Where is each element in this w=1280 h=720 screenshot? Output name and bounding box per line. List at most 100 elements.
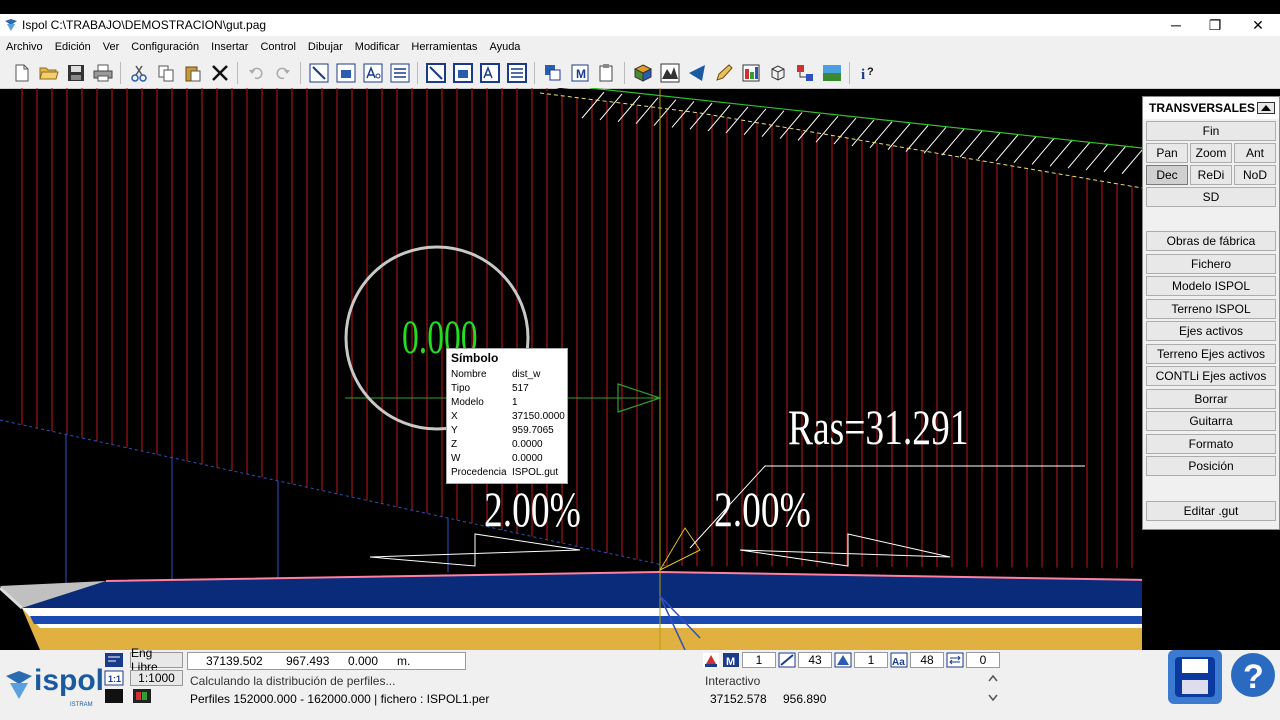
paint-bucket-icon[interactable]	[702, 652, 720, 668]
color-table-icon[interactable]	[740, 62, 762, 84]
terrain-vertical-lines	[65, 434, 449, 588]
rotate-arrows-icon[interactable]	[946, 652, 964, 668]
save-icon[interactable]	[65, 62, 87, 84]
menu-ver[interactable]: Ver	[97, 41, 126, 53]
menu-herramientas[interactable]: Herramientas	[405, 41, 483, 53]
triangle-type-icon[interactable]	[834, 652, 852, 668]
clipboard-icon[interactable]	[596, 62, 618, 84]
terrain-profile-icon[interactable]	[659, 62, 681, 84]
rotation-spinner[interactable]: 0	[966, 652, 1000, 668]
redo-icon[interactable]	[272, 62, 294, 84]
edit-text-icon[interactable]	[479, 62, 501, 84]
menu-insertar[interactable]: Insertar	[205, 41, 254, 53]
triangle-arrow-icon[interactable]	[686, 62, 708, 84]
terreno-ispol-button[interactable]: Terreno ISPOL	[1146, 298, 1276, 319]
scale-icon[interactable]: 1:1	[104, 670, 124, 686]
nod-button[interactable]: NoD	[1234, 165, 1276, 185]
pan-button[interactable]: Pan	[1146, 143, 1188, 163]
scroll-down-icon[interactable]	[986, 690, 1000, 704]
draw-line-icon[interactable]	[308, 62, 330, 84]
tooltip-row: Modelo 1	[447, 395, 567, 409]
landscape-icon[interactable]	[821, 62, 843, 84]
tooltip-value: 0.0000	[512, 438, 543, 450]
collapse-up-icon[interactable]	[1257, 102, 1275, 114]
vertex-marker	[658, 527, 701, 572]
save-drawing-button[interactable]	[1168, 650, 1222, 704]
menu-dibujar[interactable]: Dibujar	[302, 41, 349, 53]
help-button[interactable]: ?	[1226, 650, 1280, 704]
menu-control[interactable]: Control	[254, 41, 301, 53]
formato-button[interactable]: Formato	[1146, 433, 1276, 454]
panel-item-list: Obras de fábrica Fichero Modelo ISPOL Te…	[1143, 231, 1279, 476]
print-icon[interactable]	[92, 62, 114, 84]
draw-table-icon[interactable]	[389, 62, 411, 84]
fichero-button[interactable]: Fichero	[1146, 253, 1276, 274]
borrar-button[interactable]: Borrar	[1146, 388, 1276, 409]
scale-display[interactable]: 1:1000	[130, 670, 183, 686]
ejes-activos-button[interactable]: Ejes activos	[1146, 321, 1276, 341]
text-spinner[interactable]: 48	[910, 652, 944, 668]
layers-color-icon[interactable]	[132, 688, 152, 704]
model-spinner[interactable]: 1	[742, 652, 776, 668]
coord-x: 37139.502	[206, 654, 263, 668]
editar-gut-button[interactable]: Editar .gut	[1146, 500, 1276, 521]
edit-rectangle-icon[interactable]	[452, 62, 474, 84]
render-3d-icon[interactable]	[632, 62, 654, 84]
monitor-icon[interactable]	[104, 688, 124, 704]
cube-icon[interactable]	[767, 62, 789, 84]
new-file-icon[interactable]	[11, 62, 33, 84]
dec-button[interactable]: Dec	[1146, 165, 1188, 185]
guitarra-button[interactable]: Guitarra	[1146, 411, 1276, 431]
ant-button[interactable]: Ant	[1234, 143, 1276, 163]
tooltip-row: Z 0.0000	[447, 437, 567, 451]
obras-de-fabrica-button[interactable]: Obras de fábrica	[1146, 231, 1276, 251]
edit-pencil-icon[interactable]	[713, 62, 735, 84]
zoom-button[interactable]: Zoom	[1190, 143, 1232, 163]
menu-ayuda[interactable]: Ayuda	[483, 41, 526, 53]
restore-button[interactable]: ❐	[1193, 14, 1237, 36]
menu-configuracion[interactable]: Configuración	[125, 41, 205, 53]
eng-libre-button[interactable]: Eng Libre	[130, 646, 183, 674]
drawing-canvas[interactable]: 0.000 Ras=31.291 2.00% 2.00%	[0, 88, 1142, 650]
modelo-ispol-button[interactable]: Modelo ISPOL	[1146, 276, 1276, 296]
engine-mode-icon[interactable]	[104, 652, 124, 668]
minimize-button[interactable]: ─	[1154, 14, 1198, 36]
line-spinner[interactable]: 43	[798, 652, 832, 668]
edit-line-icon[interactable]	[425, 62, 447, 84]
tooltip-key: Modelo	[451, 396, 484, 408]
terreno-ejes-activos-button[interactable]: Terreno Ejes activos	[1146, 343, 1276, 364]
posicion-button[interactable]: Posición	[1146, 456, 1276, 476]
draw-rectangle-icon[interactable]	[335, 62, 357, 84]
paste-icon[interactable]	[182, 62, 204, 84]
undo-icon[interactable]	[245, 62, 267, 84]
close-button[interactable]: ✕	[1236, 14, 1280, 36]
hierarchy-icon[interactable]	[794, 62, 816, 84]
tooltip-value: 517	[512, 382, 529, 394]
copy-icon[interactable]	[155, 62, 177, 84]
cursor-y: 956.890	[783, 692, 827, 706]
draw-text-icon[interactable]	[362, 62, 384, 84]
edit-table-icon[interactable]	[506, 62, 528, 84]
sd-button[interactable]: SD	[1146, 187, 1276, 207]
contli-ejes-activos-button[interactable]: CONTLi Ejes activos	[1146, 366, 1276, 386]
tooltip-key: Y	[451, 424, 458, 436]
tooltip-key: Procedencia	[451, 466, 507, 478]
text-style-icon[interactable]: Aa	[890, 652, 908, 668]
menu-edicion[interactable]: Edición	[49, 41, 97, 53]
nav-row-2: Dec ReDi NoD	[1146, 165, 1276, 185]
scroll-up-icon[interactable]	[986, 672, 1000, 686]
toolbar: M i?	[0, 58, 1280, 89]
measure-icon[interactable]: M	[569, 62, 591, 84]
open-folder-icon[interactable]	[38, 62, 60, 84]
help-info-icon[interactable]: i?	[857, 62, 879, 84]
model-m-icon[interactable]: M	[722, 652, 740, 668]
cut-icon[interactable]	[128, 62, 150, 84]
layers-icon[interactable]	[542, 62, 564, 84]
menu-archivo[interactable]: Archivo	[0, 41, 49, 53]
triangle-spinner[interactable]: 1	[854, 652, 888, 668]
delete-icon[interactable]	[209, 62, 231, 84]
redi-button[interactable]: ReDi	[1190, 165, 1232, 185]
line-type-icon[interactable]	[778, 652, 796, 668]
menu-modificar[interactable]: Modificar	[349, 41, 406, 53]
fin-button[interactable]: Fin	[1146, 121, 1276, 141]
